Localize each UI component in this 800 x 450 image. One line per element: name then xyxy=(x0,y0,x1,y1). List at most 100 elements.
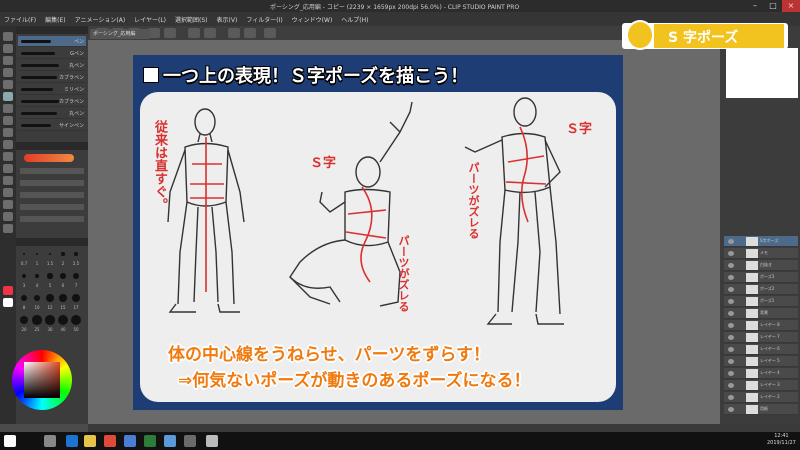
eye-icon[interactable] xyxy=(728,299,734,304)
brush-size-cell[interactable]: 8 xyxy=(18,292,30,312)
eraser-tool-icon[interactable] xyxy=(3,140,13,149)
layer-row[interactable]: 白抜き xyxy=(724,260,798,271)
edge-icon[interactable] xyxy=(66,435,78,447)
text-tool-icon[interactable] xyxy=(3,200,13,209)
eye-icon[interactable] xyxy=(728,371,734,376)
fill-tool-icon[interactable] xyxy=(3,164,13,173)
eye-icon[interactable] xyxy=(728,407,734,412)
brush-size-cell[interactable]: 1 xyxy=(31,248,43,268)
brush-row[interactable]: ミリペン xyxy=(18,84,86,95)
eye-icon[interactable] xyxy=(728,275,734,280)
task-view-icon[interactable] xyxy=(44,435,56,447)
brush-size-cell[interactable]: 4 xyxy=(31,270,43,290)
brush-size-slider[interactable] xyxy=(20,168,84,174)
photos-icon[interactable] xyxy=(124,435,136,447)
brush-size-cell[interactable]: 12 xyxy=(44,292,56,312)
app-icon[interactable] xyxy=(184,435,196,447)
layer-row[interactable]: ポーズ1 xyxy=(724,296,798,307)
transform-icon[interactable] xyxy=(204,28,216,38)
brush-size-cell[interactable]: 0.7 xyxy=(18,248,30,268)
brush-row[interactable]: 丸ペン xyxy=(18,108,86,119)
blend-tool-icon[interactable] xyxy=(3,152,13,161)
menu-window[interactable]: ウィンドウ(W) xyxy=(292,15,333,24)
explorer-icon[interactable] xyxy=(84,435,96,447)
menu-file[interactable]: ファイル(F) xyxy=(4,15,36,24)
eye-icon[interactable] xyxy=(728,335,734,340)
eye-icon[interactable] xyxy=(728,383,734,388)
word-icon[interactable] xyxy=(164,435,176,447)
excel-icon[interactable] xyxy=(144,435,156,447)
menu-help[interactable]: ヘルプ(H) xyxy=(341,15,368,24)
eye-icon[interactable] xyxy=(728,395,734,400)
menu-edit[interactable]: 編集(E) xyxy=(45,15,65,24)
layer-row[interactable]: 用紙 xyxy=(724,404,798,415)
snap-icon[interactable] xyxy=(244,28,256,38)
layer-row[interactable]: レイヤー 6 xyxy=(724,344,798,355)
sub-color-swatch-icon[interactable] xyxy=(3,298,13,307)
brush-size-cell[interactable]: 17 xyxy=(70,292,82,312)
windows-start-icon[interactable] xyxy=(4,435,16,447)
brush-size-cell[interactable]: 6 xyxy=(57,270,69,290)
layer-row[interactable]: 背景 xyxy=(724,308,798,319)
brush-size-cell[interactable]: 20 xyxy=(18,314,30,334)
brush-row[interactable]: カブラペン xyxy=(18,96,86,107)
layer-row[interactable]: レイヤー 8 xyxy=(724,320,798,331)
menu-selection[interactable]: 選択範囲(S) xyxy=(175,15,208,24)
tray-clock[interactable]: 12:41 2019/11/27 xyxy=(767,433,796,447)
brush-size-cell[interactable]: 7 xyxy=(70,270,82,290)
menu-layer[interactable]: レイヤー(L) xyxy=(134,15,166,24)
main-color-swatch-icon[interactable] xyxy=(3,286,13,295)
settings-icon[interactable] xyxy=(264,28,276,38)
anti-alias-slider[interactable] xyxy=(20,192,84,198)
eye-icon[interactable] xyxy=(728,263,734,268)
document-tab[interactable]: ポーシング_応用編 xyxy=(90,29,150,39)
brush-tool-icon[interactable] xyxy=(3,116,13,125)
color-picker-square[interactable] xyxy=(24,362,60,398)
brush-row[interactable]: カブラペン xyxy=(18,72,86,83)
brush-row[interactable]: 丸ペン xyxy=(18,60,86,71)
stabilization-slider[interactable] xyxy=(20,204,84,210)
airbrush-tool-icon[interactable] xyxy=(3,128,13,137)
move-tool-icon[interactable] xyxy=(3,44,13,53)
brush-size-cell[interactable]: 5 xyxy=(44,270,56,290)
minimize-icon[interactable]: – xyxy=(746,0,764,12)
figure-tool-icon[interactable] xyxy=(3,188,13,197)
layer-row[interactable]: ポーズ2 xyxy=(724,284,798,295)
layer-row[interactable]: S字ポーズ xyxy=(724,236,798,247)
eye-icon[interactable] xyxy=(728,239,734,244)
brush-size-cell[interactable]: 10 xyxy=(31,292,43,312)
clear-icon[interactable] xyxy=(188,28,200,38)
eye-icon[interactable] xyxy=(728,287,734,292)
close-icon[interactable]: × xyxy=(782,0,800,12)
layer-row[interactable]: レイヤー 5 xyxy=(724,356,798,367)
brush-size-cell[interactable]: 2 xyxy=(57,248,69,268)
gradient-tool-icon[interactable] xyxy=(3,176,13,185)
layer-row[interactable]: レイヤー 4 xyxy=(724,368,798,379)
brush-size-cell[interactable]: 50 xyxy=(70,314,82,334)
zoom-tool-icon[interactable] xyxy=(3,32,13,41)
selection-icon[interactable] xyxy=(228,28,240,38)
menu-animation[interactable]: アニメーション(A) xyxy=(75,15,126,24)
layer-row[interactable]: レイヤー 3 xyxy=(724,380,798,391)
eyedropper-tool-icon[interactable] xyxy=(3,80,13,89)
maximize-icon[interactable]: □ xyxy=(764,0,782,12)
brush-size-cell[interactable]: 15 xyxy=(57,292,69,312)
select-tool-icon[interactable] xyxy=(3,56,13,65)
brush-size-cell[interactable]: 25 xyxy=(31,314,43,334)
pencil-tool-icon[interactable] xyxy=(3,104,13,113)
layer-row[interactable]: レイヤー 2 xyxy=(724,392,798,403)
clip-studio-icon[interactable] xyxy=(206,435,218,447)
brush-size-cell[interactable]: 40 xyxy=(57,314,69,334)
brush-size-cell[interactable]: 2.5 xyxy=(70,248,82,268)
chrome-icon[interactable] xyxy=(104,435,116,447)
lasso-tool-icon[interactable] xyxy=(3,68,13,77)
menu-filter[interactable]: フィルター(I) xyxy=(246,15,282,24)
eye-icon[interactable] xyxy=(728,347,734,352)
layer-row[interactable]: メモ xyxy=(724,248,798,259)
layer-row[interactable]: レイヤー 7 xyxy=(724,332,798,343)
eye-icon[interactable] xyxy=(728,359,734,364)
layer-row[interactable]: ポーズ3 xyxy=(724,272,798,283)
brush-size-cell[interactable]: 30 xyxy=(44,314,56,334)
eye-icon[interactable] xyxy=(728,251,734,256)
brush-size-cell[interactable]: 3 xyxy=(18,270,30,290)
